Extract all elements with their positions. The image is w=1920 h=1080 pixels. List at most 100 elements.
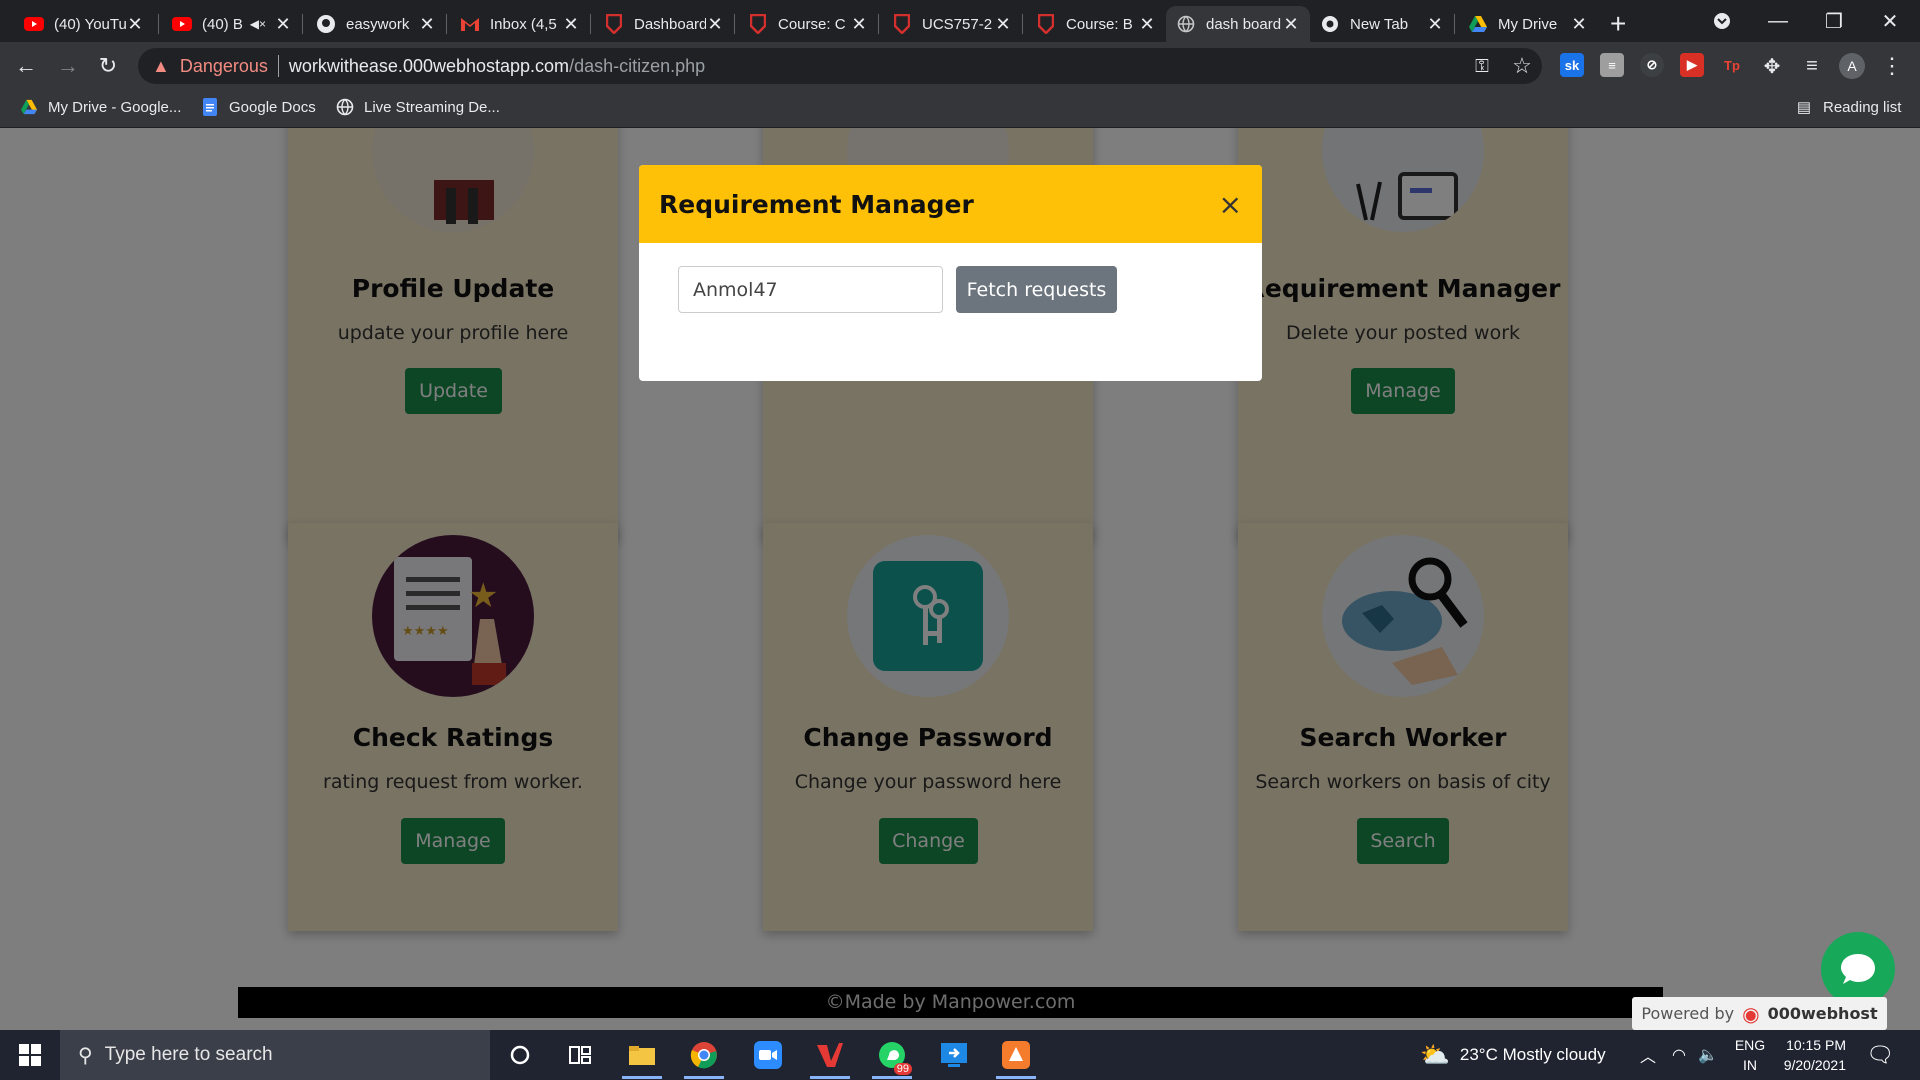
close-icon[interactable]: ✕ [1570,14,1588,35]
close-icon[interactable]: ✕ [126,14,144,35]
minimize-icon[interactable]: — [1750,0,1806,42]
close-icon[interactable]: ✕ [1138,14,1156,35]
tab-youtube-2[interactable]: (40) B ◀× ✕ [162,6,302,42]
chat-bubble-icon[interactable] [1821,932,1895,1006]
chrome-icon[interactable] [676,1035,732,1079]
language-indicator[interactable]: ENG IN [1730,1030,1770,1080]
tab-ucs757[interactable]: UCS757-2 ✕ [882,6,1022,42]
close-window-icon[interactable]: ✕ [1862,0,1918,42]
cortana-icon[interactable] [492,1035,548,1075]
back-arrow-icon[interactable]: ← [10,50,42,82]
username-input[interactable] [678,266,943,313]
reload-icon[interactable]: ↻ [92,50,124,82]
url-host: workwithease.000webhostapp.com [288,55,570,76]
close-icon[interactable]: ✕ [850,14,868,35]
whatsapp-badge: 99 [893,1063,912,1075]
tab-new-tab[interactable]: New Tab ✕ [1310,6,1454,42]
tab-my-drive[interactable]: My Drive ✕ [1458,6,1598,42]
tab-github[interactable]: easywork ✕ [306,6,446,42]
windows-taskbar: ⚲ Type here to search 99 ⛅ 23°C Mostly c… [0,1030,1920,1080]
bookmark-google-docs[interactable]: Google Docs [201,98,316,116]
quick-assist-icon[interactable] [926,1035,982,1075]
extension-grey-icon[interactable]: ≡ [1600,53,1624,77]
youtube-icon [24,14,44,34]
close-icon[interactable]: ✕ [1282,14,1300,35]
drive-icon [1468,14,1488,34]
new-tab-plus-icon[interactable]: + [1610,8,1626,40]
page-content: Profile Update update your profile here … [0,128,1920,1030]
orange-app-icon[interactable] [988,1035,1044,1079]
zoom-icon[interactable] [740,1035,796,1075]
youtube-icon [172,14,192,34]
tab-course-c[interactable]: Course: C ✕ [738,6,878,42]
address-bar[interactable]: ▲ Dangerous workwithease.000webhostapp.c… [138,48,1542,84]
windows-start-icon[interactable] [0,1030,60,1080]
modal-header: Requirement Manager × [639,165,1262,243]
tab-dash-board[interactable]: dash board ✕ [1166,6,1310,42]
chrome-icon [1320,14,1340,34]
wifi-icon[interactable]: ◠ [1672,1030,1686,1080]
bookmarks-bar: My Drive - Google... Google Docs Live St… [0,90,1920,128]
bookmark-star-icon[interactable]: ☆ [1506,50,1538,82]
shield-icon [1036,14,1056,34]
close-icon[interactable]: ✕ [706,14,724,35]
extension-video-icon[interactable]: ▶ [1680,53,1704,77]
weather-widget[interactable]: ⛅ 23°C Mostly cloudy [1420,1030,1606,1080]
reading-list[interactable]: ▤ Reading list [1795,98,1901,117]
media-queue-icon[interactable]: ≡ [1796,50,1828,82]
tab-course-b[interactable]: Course: B ✕ [1026,6,1166,42]
shield-icon [892,14,912,34]
warning-triangle-icon[interactable]: ▲ [152,56,170,77]
file-explorer-icon[interactable] [614,1035,670,1079]
close-icon[interactable]: ✕ [418,14,436,35]
extension-tp-icon[interactable]: Tp [1720,53,1744,77]
menu-kebab-icon[interactable]: ⋮ [1876,50,1908,82]
speaker-muted-icon[interactable]: ◀× [250,17,266,31]
bookmark-live-streaming[interactable]: Live Streaming De... [336,98,500,116]
extension-sk-icon[interactable]: sk [1560,53,1584,77]
key-icon[interactable]: ⚿ [1466,50,1498,82]
close-icon[interactable]: ✕ [1426,14,1444,35]
close-icon[interactable]: × [1219,188,1242,221]
clock[interactable]: 10:15 PM 9/20/2021 [1776,1030,1846,1080]
url-path: /dash-citizen.php [569,55,706,76]
shield-icon [748,14,768,34]
restore-icon[interactable]: ❐ [1806,0,1862,42]
tab-youtube-1[interactable]: (40) YouTube ✕ [14,6,154,42]
gmail-icon [460,14,480,34]
shield-icon [604,14,624,34]
taskbar-search-input[interactable]: ⚲ Type here to search [60,1030,490,1080]
security-status[interactable]: Dangerous [180,56,268,77]
github-icon [316,14,336,34]
partly-cloudy-icon: ⛅ [1420,1041,1450,1069]
whatsapp-icon[interactable]: 99 [864,1035,920,1079]
notification-icon[interactable]: 🗨 [1866,1030,1894,1080]
drive-icon [20,98,38,116]
tab-dashboard[interactable]: Dashboard ✕ [594,6,734,42]
globe-icon [1176,14,1196,34]
extension-block-icon[interactable]: ⊘ [1640,53,1664,77]
powered-by-badge[interactable]: Powered by ◉ 000webhost [1632,997,1887,1030]
close-icon[interactable]: ✕ [274,14,292,35]
search-icon: ⚲ [78,1044,93,1067]
close-icon[interactable]: ✕ [994,14,1012,35]
docs-icon [201,98,219,116]
fetch-requests-button[interactable]: Fetch requests [956,266,1117,313]
tab-strip: (40) YouTube ✕ (40) B ◀× ✕ easywork ✕ In… [0,0,1920,42]
browser-toolbar: ← → ↻ ▲ Dangerous workwithease.000webhos… [0,42,1920,90]
tab-gmail[interactable]: Inbox (4,5 ✕ [450,6,590,42]
globe-icon [336,98,354,116]
tab-search-icon[interactable] [1694,0,1750,42]
close-icon[interactable]: ✕ [562,14,580,35]
requirement-manager-modal: Requirement Manager × Fetch requests [639,165,1262,381]
000webhost-logo-icon: ◉ [1742,1001,1760,1026]
puzzle-extensions-icon[interactable]: ✥ [1756,50,1788,82]
reading-list-icon: ▤ [1796,99,1812,116]
forward-arrow-icon[interactable]: → [52,50,84,82]
tray-chevron-up-icon[interactable]: ︿ [1640,1030,1656,1080]
bookmark-my-drive[interactable]: My Drive - Google... [20,98,181,116]
vlc-vs-app-icon[interactable] [802,1035,858,1079]
task-view-icon[interactable] [552,1035,608,1075]
profile-avatar[interactable]: A [1836,50,1868,82]
volume-icon[interactable]: 🔈 [1698,1030,1718,1080]
